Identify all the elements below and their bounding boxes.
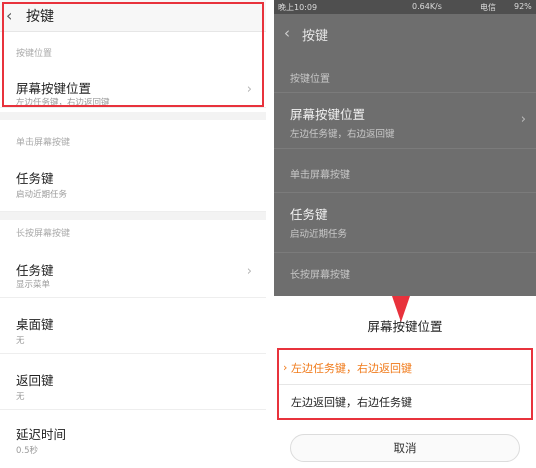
option-label: 左边返回键，右边任务键 [291,396,412,409]
chevron-right-icon: › [520,112,526,127]
arrow-down-icon [392,296,410,322]
row-subtitle: 显示菜单 [16,280,51,290]
header-bar: ‹ 按键 [274,14,536,54]
separator [279,384,531,385]
row-delay-time[interactable]: 延迟时间 0.5秒 [0,410,266,468]
separator [274,148,536,149]
row-back-key[interactable]: 返回键 无 [0,354,266,410]
row-title: 桌面键 [16,317,54,332]
section-gap [0,112,266,120]
section-label-single-tap: 单击屏幕按键 [290,170,350,181]
separator [274,192,536,193]
status-bar: 晚上10:09 0.64K/s 电信 92% [274,0,536,14]
section-label-long-press: 长按屏幕按键 [16,229,71,239]
row-title: 屏幕按键位置 [290,107,366,122]
option-label: 左边任务键，右边返回键 [291,362,412,375]
chevron-right-icon: › [246,264,252,279]
chevron-right-small-icon: › [283,361,288,374]
row-subtitle: 无 [16,336,25,346]
settings-panel-right-dimmed: 晚上10:09 0.64K/s 电信 92% ‹ 按键 按键位置 屏幕按键位置 … [274,0,536,468]
row-task-key-single[interactable]: 任务键 启动近期任务 [0,154,266,212]
separator [274,92,536,93]
cancel-button[interactable]: 取消 [290,434,520,462]
divider [266,0,274,468]
section-gap [0,212,266,220]
section-label-single-tap: 单击屏幕按键 [16,138,71,148]
row-subtitle: 左边任务键，右边返回键 [290,129,395,140]
status-time: 晚上10:09 [278,3,318,12]
settings-panel-left: ‹ 按键 按键位置 屏幕按键位置 左边任务键，右边返回键 › 单击屏幕按键 任务… [0,0,266,468]
row-task-key-long[interactable]: 任务键 显示菜单 › [0,246,266,298]
highlight-box [2,2,264,107]
chevron-left-icon[interactable]: ‹ [284,24,290,42]
row-home-key[interactable]: 桌面键 无 [0,298,266,354]
section-label-long-press: 长按屏幕按键 [290,270,350,281]
row-subtitle: 启动近期任务 [16,190,68,200]
row-subtitle: 无 [16,392,25,402]
separator [274,252,536,253]
dialog-option-2[interactable]: 左边返回键，右边任务键 [279,386,531,419]
dialog-option-1-selected[interactable]: › 左边任务键，右边返回键 [279,352,531,385]
row-title: 返回键 [16,373,54,388]
row-title: 任务键 [16,263,54,278]
row-subtitle: 0.5秒 [16,446,39,456]
status-network-speed: 0.64K/s [412,2,442,11]
status-carrier: 电信 [480,3,496,12]
row-title: 任务键 [290,207,328,222]
status-battery: 92% [514,2,532,11]
row-title: 延迟时间 [16,427,67,442]
section-label-key-position: 按键位置 [290,74,330,85]
page-title: 按键 [302,29,329,44]
row-title: 任务键 [16,171,54,186]
row-subtitle: 启动近期任务 [290,229,348,240]
